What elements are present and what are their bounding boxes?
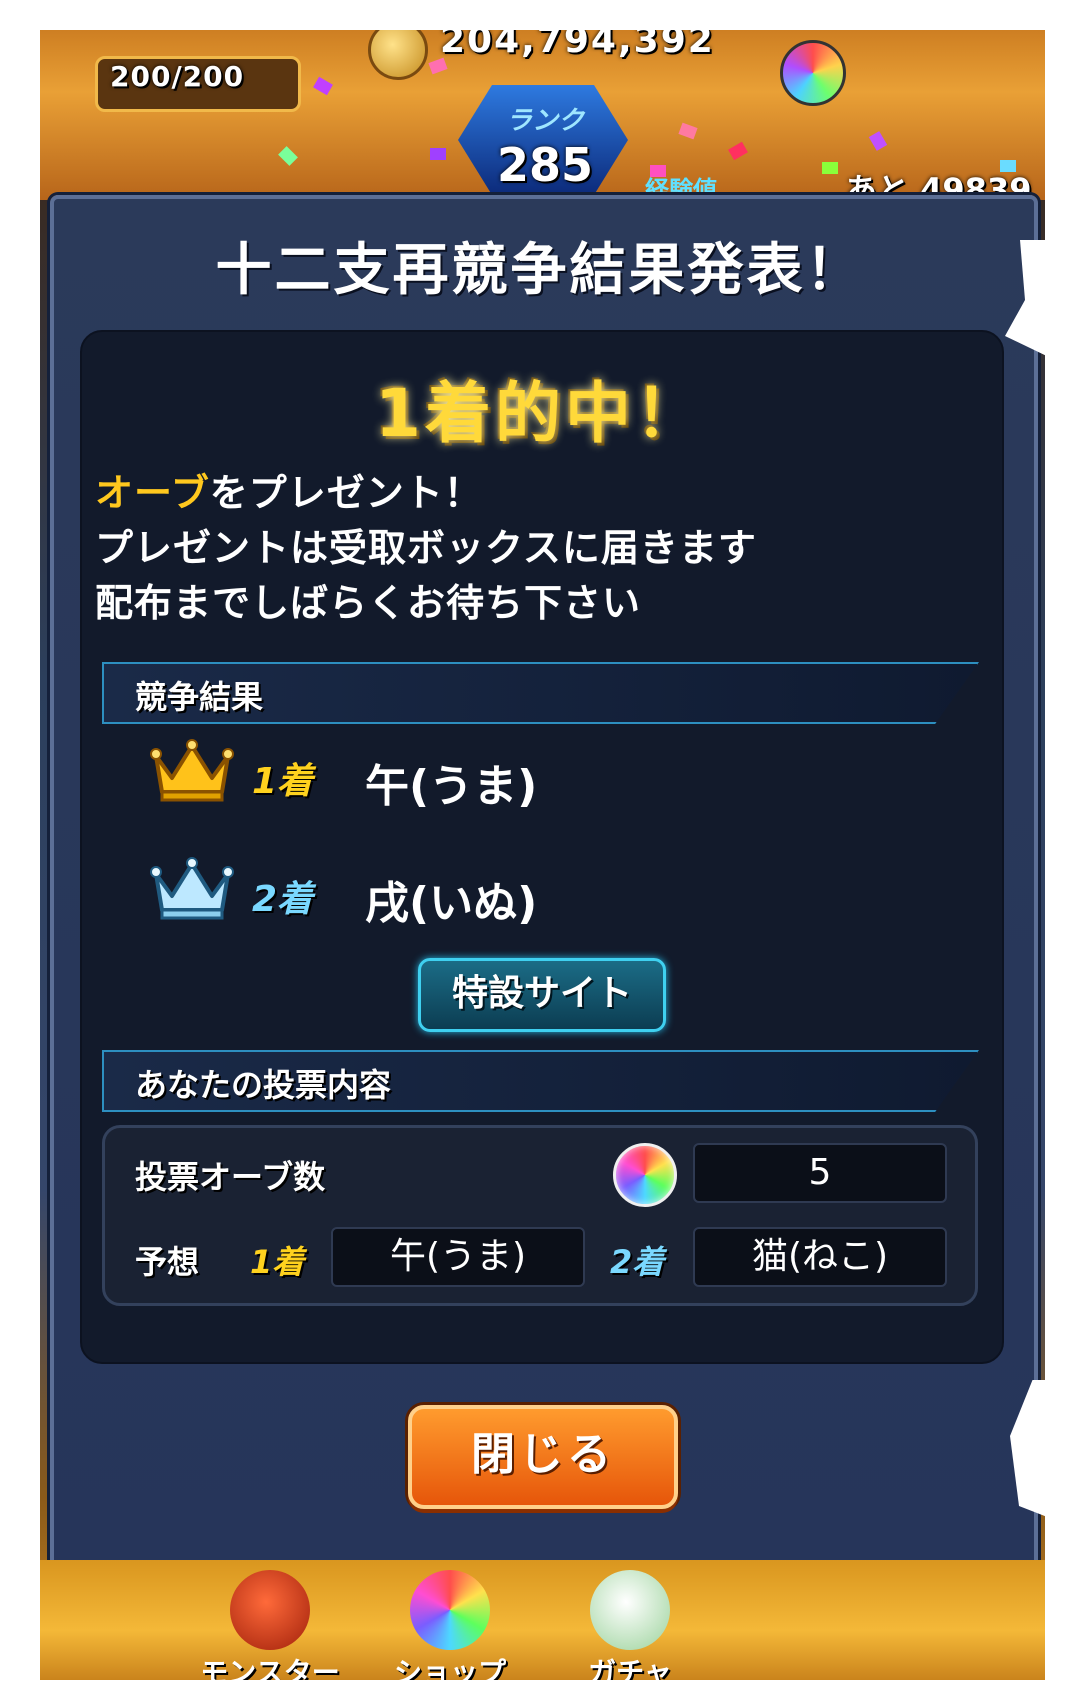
vote-section-title: あなたの投票内容 bbox=[135, 1066, 392, 1104]
dialog-title: 十二支再競争結果発表！ bbox=[215, 238, 865, 303]
gold-crown-icon bbox=[150, 739, 234, 802]
rank-label: ランク bbox=[505, 106, 584, 136]
confetti bbox=[822, 162, 838, 174]
prediction-second-value: 猫(ねこ) bbox=[693, 1227, 947, 1287]
prediction-second-label: 2着 bbox=[610, 1243, 665, 1281]
frame-edge-bottom bbox=[0, 1680, 1080, 1701]
prediction-label: 予想 bbox=[135, 1243, 200, 1281]
orb-count-label: 投票オーブ数 bbox=[135, 1158, 326, 1196]
stamina-text: 200/200 bbox=[110, 60, 245, 93]
second-rank-label: 2着 bbox=[252, 879, 314, 920]
orb-icon[interactable] bbox=[780, 40, 846, 106]
prediction-first-label: 1着 bbox=[250, 1243, 305, 1281]
silver-crown-icon bbox=[150, 857, 234, 920]
confetti bbox=[430, 148, 446, 160]
first-rank-label: 1着 bbox=[252, 761, 314, 802]
special-site-button[interactable]: 特設サイト bbox=[418, 958, 666, 1032]
message-line-3: 配布までしばらくお待ち下さい bbox=[95, 581, 642, 625]
confetti bbox=[1000, 160, 1016, 172]
frame-edge-left bbox=[0, 0, 40, 1701]
egg-icon bbox=[590, 1570, 670, 1650]
nav-shop[interactable]: ショップ bbox=[375, 1565, 525, 1695]
rank-value: 285 bbox=[496, 138, 594, 192]
message-line-1: オーブをプレゼント！ bbox=[95, 462, 483, 517]
nav-monster[interactable]: モンスター bbox=[195, 1565, 345, 1695]
confetti bbox=[650, 165, 666, 177]
close-button[interactable]: 閉じる bbox=[408, 1405, 678, 1509]
frame-edge-top bbox=[0, 0, 1080, 30]
message-line-2: プレゼントは受取ボックスに届きます bbox=[95, 526, 757, 570]
result-section-title: 競争結果 bbox=[135, 678, 264, 716]
orb-word: オーブ bbox=[95, 471, 210, 515]
monster-icon bbox=[230, 1570, 310, 1650]
nav-gacha[interactable]: ガチャ bbox=[555, 1565, 705, 1695]
first-place-name: 午(うま) bbox=[365, 761, 538, 812]
second-place-name: 戌(いぬ) bbox=[365, 878, 538, 929]
orb-icon bbox=[410, 1570, 490, 1650]
rainbow-orb-icon bbox=[613, 1143, 677, 1207]
prediction-first-value: 午(うま) bbox=[331, 1227, 585, 1287]
hit-banner: 1着的中！ bbox=[375, 375, 705, 452]
orb-count-value: 5 bbox=[693, 1143, 947, 1203]
message-line-1-rest: をプレゼント！ bbox=[209, 471, 483, 515]
